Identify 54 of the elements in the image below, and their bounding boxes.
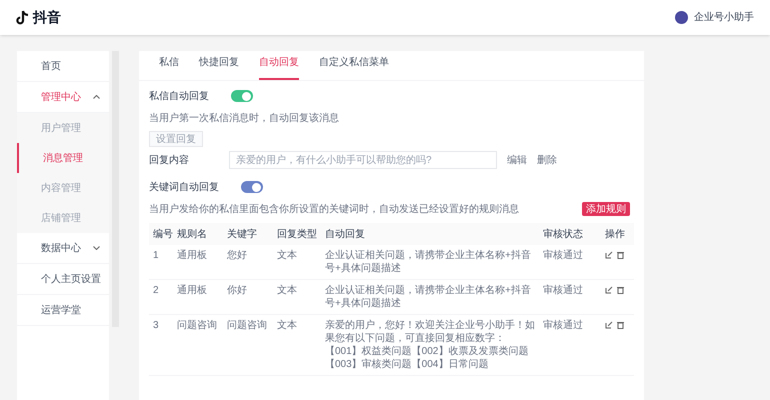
table-cell-text: 1	[153, 249, 160, 263]
table-cell-text: 文本	[277, 319, 298, 333]
tab[interactable]: 快捷回复	[199, 55, 239, 80]
table-cell-text: 文本	[277, 284, 298, 298]
column-header: 关键字	[227, 228, 258, 242]
action-link[interactable]: 删除	[537, 152, 557, 168]
column-header: 回复类型	[277, 228, 318, 242]
table-cell-text: 你好	[227, 284, 248, 298]
setting-label: 关键词自动回复	[149, 180, 219, 194]
add-rule-button[interactable]: 添加规则	[582, 202, 630, 216]
sidebar-item[interactable]: 消息管理	[17, 143, 109, 173]
tab[interactable]: 自定义私信菜单	[319, 55, 389, 80]
set-reply-button[interactable]: 设置回复	[149, 131, 203, 147]
chevron-icon	[93, 95, 100, 99]
trash-icon[interactable]	[617, 286, 624, 294]
tab[interactable]: 自动回复	[259, 55, 299, 80]
trash-icon[interactable]	[617, 251, 624, 259]
column-header: 操作	[605, 228, 626, 242]
tab[interactable]: 私信	[159, 55, 179, 80]
column-header: 审核状态	[543, 228, 584, 242]
toggle-switch[interactable]	[231, 90, 253, 102]
column-header: 编号	[153, 228, 174, 242]
chevron-icon	[93, 246, 100, 250]
table-cell-text: 文本	[277, 249, 298, 263]
table-cell-text: 企业认证相关问题，请携带企业主体名称+抖音号+具体问题描述	[325, 284, 532, 310]
column-header: 自动回复	[325, 228, 366, 242]
edit-icon[interactable]	[605, 251, 613, 259]
reply-content-field[interactable]: 亲爱的用户，有什么小助手可以帮助您的吗?	[229, 151, 497, 169]
edit-icon[interactable]	[605, 286, 613, 294]
table-cell-text: 通用板	[177, 249, 208, 263]
description: 当用户发给你的私信里面包含你所设置的关键词时，自动发送已经设置好的规则消息	[149, 202, 519, 216]
field-label: 回复内容	[149, 154, 190, 168]
table-cell-text: 通用板	[177, 284, 208, 298]
table-cell-text: 审核通过	[543, 284, 584, 298]
table-cell-text: 2	[153, 284, 160, 298]
table-cell-text: 3	[153, 319, 160, 333]
account-name[interactable]: 企业号小助手	[694, 10, 754, 25]
avatar-icon	[675, 11, 688, 24]
table-cell-text: 审核通过	[543, 319, 584, 333]
table-cell-text: 企业认证相关问题，请携带企业主体名称+抖音号+具体问题描述	[325, 249, 532, 275]
brand-name: 抖音	[33, 8, 61, 27]
toggle-switch[interactable]	[241, 181, 263, 193]
edit-icon[interactable]	[605, 321, 613, 329]
action-link[interactable]: 编辑	[507, 152, 527, 168]
trash-icon[interactable]	[617, 321, 624, 329]
table-cell-text: 问题咨询	[227, 319, 268, 333]
setting-label: 私信自动回复	[149, 90, 209, 104]
description: 当用户第一次私信消息时，自动回复该消息	[149, 112, 340, 125]
table-cell-text: 审核通过	[543, 249, 584, 263]
column-header: 规则名	[177, 228, 208, 242]
note-logo-icon	[16, 10, 30, 26]
table-cell-text: 问题咨询	[177, 319, 218, 333]
table-cell-text: 亲爱的用户，您好！欢迎关注企业号小助手！如果您有以下问题，可直接回复相应数字：【001】权益类问题【002】收票及发票类问题【003】审核类问题【004】日常问题	[325, 319, 536, 371]
table-cell-text: 您好	[227, 249, 248, 263]
